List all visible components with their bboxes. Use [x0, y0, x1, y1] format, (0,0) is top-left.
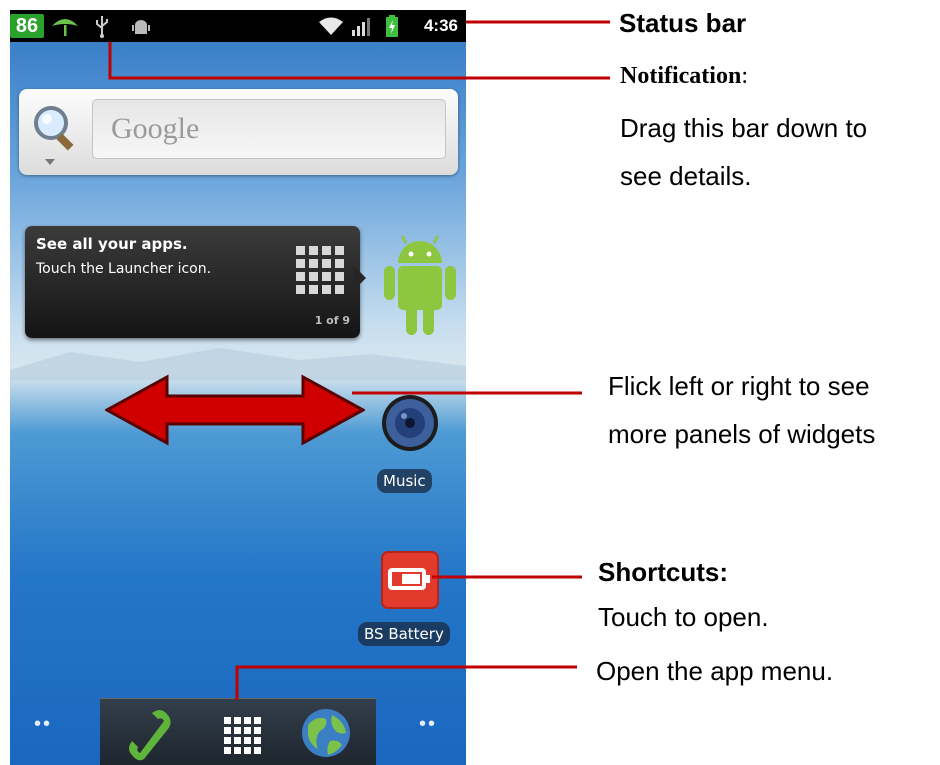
- notification-title-text: Notification: [620, 63, 742, 89]
- callout-app-menu: Open the app menu.: [596, 656, 834, 686]
- callout-flick-line2: more panels of widgets: [608, 419, 876, 449]
- callout-flick-line1: Flick left or right to see: [608, 371, 870, 401]
- callout-status-bar: Status bar: [619, 8, 747, 38]
- notification-colon: :: [741, 63, 748, 89]
- callout-notification-title: Notification:: [620, 63, 748, 90]
- callout-shortcuts-text: Touch to open.: [598, 602, 769, 632]
- callout-notification-line1: Drag this bar down to: [620, 113, 868, 143]
- callout-shortcuts-title: Shortcuts:: [598, 557, 728, 587]
- callout-notification-line2: see details.: [620, 161, 752, 191]
